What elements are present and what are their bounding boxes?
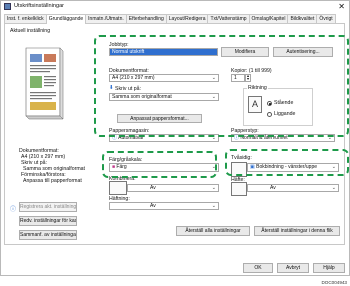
tab-5[interactable]: Txt/Vattenstämp — [207, 14, 250, 23]
booklet-preview-icon — [231, 182, 247, 196]
tab-strip: Inst. f. enkelklick Grundläggande Inmatn./… — [4, 14, 336, 24]
staple-select[interactable]: Av ⌄ — [109, 202, 219, 210]
title-bar: Utskriftsinställningar ✕ — [1, 1, 349, 14]
cancel-button[interactable]: Avbryt — [277, 263, 309, 273]
highlight-main-settings — [94, 35, 349, 137]
highlight-duplex — [225, 149, 349, 176]
info-icon: ⓘ — [10, 207, 17, 213]
tab-7[interactable]: Bildkvalitet — [287, 14, 318, 23]
figure-code: DOC004943 — [321, 280, 347, 285]
combine-select[interactable]: Av ⌄ — [127, 184, 219, 192]
current-setting-label: Aktuell inställning — [10, 28, 51, 34]
combine-value: Av — [150, 185, 156, 191]
highlight-color-mode — [102, 151, 217, 178]
staple-value: Av — [150, 203, 156, 209]
document-preview-image — [25, 47, 64, 120]
printer-icon — [4, 3, 11, 10]
tab-3[interactable]: Efterbehandling — [125, 14, 167, 23]
ok-button[interactable]: OK — [243, 263, 273, 273]
restore-all-button[interactable]: Återställ alla inställningar — [176, 226, 250, 236]
booklet-value: Av — [270, 185, 276, 191]
window-title: Utskriftsinställningar — [14, 3, 65, 9]
chevron-down-icon: ⌄ — [331, 185, 336, 191]
tab-6[interactable]: Omslag/Kapitel — [248, 14, 289, 23]
close-icon[interactable]: ✕ — [338, 1, 345, 12]
chevron-down-icon: ⌄ — [211, 185, 216, 191]
help-button[interactable]: Hjälp — [313, 263, 345, 273]
edit-shortcut-button[interactable]: Redv. inställningar för kassett — [19, 216, 77, 226]
combine-preview-icon — [109, 181, 127, 195]
tab-4[interactable]: Layout/Redigera — [165, 14, 209, 23]
tab-2[interactable]: Inmatn./Utmatn. — [85, 14, 127, 23]
settings-summary-button[interactable]: Sammanf. av inställningar — [19, 230, 77, 240]
tab-8[interactable]: Övrigt — [316, 14, 336, 23]
register-settings-button[interactable]: Registrera akt. inställningar — [19, 202, 77, 212]
tab-1[interactable]: Grundläggande — [45, 14, 87, 24]
tab-0[interactable]: Inst. f. enkelklick — [4, 14, 47, 23]
summary-line-6: Anpassa till papperformat — [23, 178, 82, 184]
booklet-select[interactable]: Av ⌄ — [247, 184, 339, 192]
restore-tab-button[interactable]: Återställ inställningar i denna flik — [254, 226, 340, 236]
chevron-down-icon: ⌄ — [211, 203, 216, 209]
